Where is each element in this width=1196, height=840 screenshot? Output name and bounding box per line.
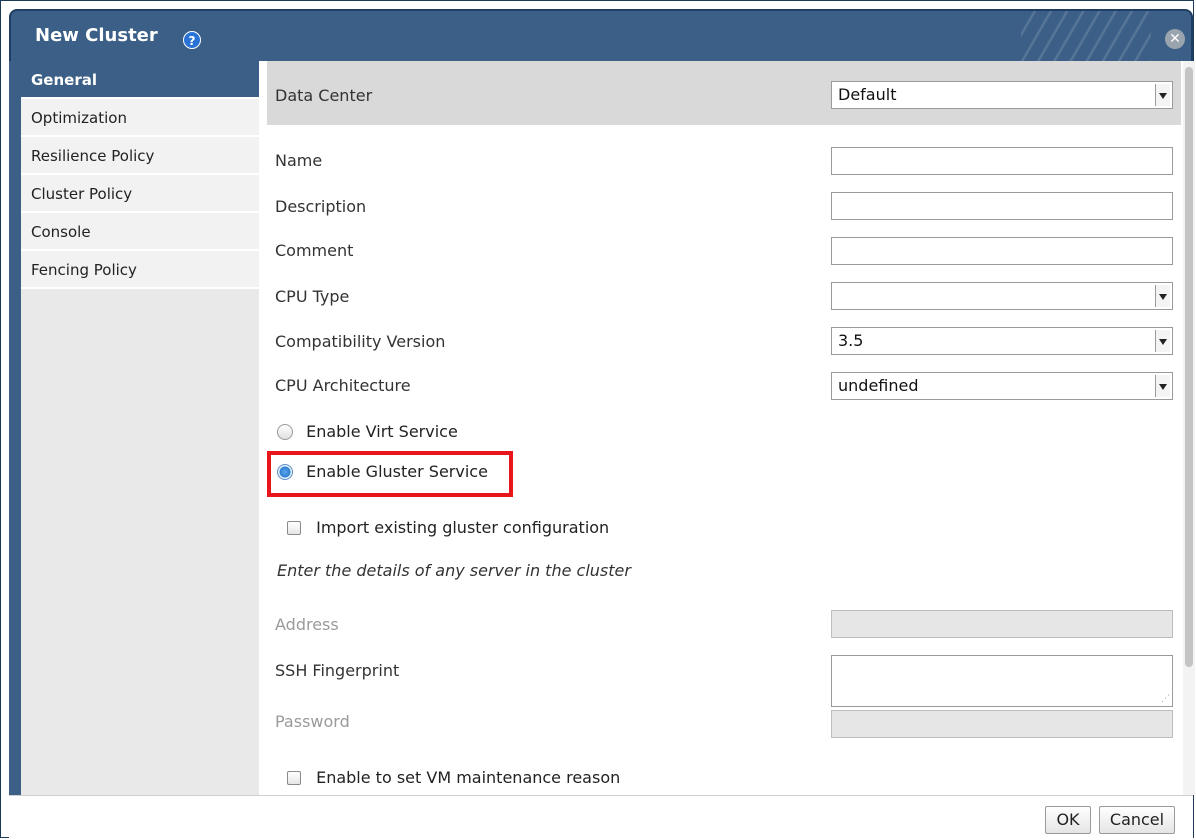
address-input[interactable] — [831, 610, 1173, 638]
description-input[interactable] — [831, 192, 1173, 220]
chevron-down-icon[interactable] — [1155, 84, 1170, 106]
compatibility-version-label: Compatibility Version — [275, 332, 446, 351]
server-details-note: Enter the details of any server in the c… — [277, 561, 631, 580]
dialog-left-edge — [9, 61, 21, 795]
data-center-label: Data Center — [275, 86, 373, 105]
vm-maintenance-label: Enable to set VM maintenance reason — [316, 768, 621, 787]
compatibility-version-select[interactable]: 3.5 — [831, 327, 1173, 355]
compatibility-version-value: 3.5 — [838, 331, 864, 350]
data-center-value: Default — [838, 85, 897, 104]
cpu-architecture-value: undefined — [838, 376, 919, 395]
data-center-row: Data Center Default — [267, 61, 1181, 125]
password-label: Password — [275, 712, 350, 731]
cpu-type-select[interactable] — [831, 282, 1173, 310]
name-label: Name — [275, 151, 323, 170]
comment-input[interactable] — [831, 237, 1173, 265]
title-bar-decoration — [1021, 11, 1151, 61]
dialog-footer: OK Cancel — [9, 795, 1193, 839]
import-gluster-row[interactable]: Import existing gluster configuration — [287, 517, 609, 541]
password-input[interactable] — [831, 710, 1173, 738]
sidebar-item-general[interactable]: General — [21, 61, 259, 99]
close-icon[interactable]: ✕ — [1165, 29, 1185, 49]
ssh-fingerprint-textarea[interactable]: ⋰ — [831, 655, 1173, 707]
chevron-down-icon[interactable] — [1155, 330, 1170, 352]
comment-label: Comment — [275, 241, 354, 260]
ssh-fingerprint-label: SSH Fingerprint — [275, 661, 400, 680]
sidebar-item-console[interactable]: Console — [21, 213, 259, 251]
sidebar-divider — [259, 61, 267, 795]
resize-grip-icon[interactable]: ⋰ — [1161, 695, 1170, 704]
enable-virt-radio-row[interactable]: Enable Virt Service — [277, 421, 458, 445]
content-scrollbar[interactable] — [1183, 61, 1195, 795]
vm-maintenance-row[interactable]: Enable to set VM maintenance reason — [287, 767, 620, 791]
highlight-box — [267, 451, 513, 497]
new-cluster-dialog: New Cluster ? ✕ General Optimization Res… — [0, 0, 1195, 839]
description-label: Description — [275, 197, 367, 216]
dialog-sidebar: General Optimization Resilience Policy C… — [21, 61, 259, 795]
cpu-type-label: CPU Type — [275, 287, 350, 306]
enable-virt-label: Enable Virt Service — [306, 422, 458, 441]
name-input[interactable] — [831, 147, 1173, 175]
data-center-select[interactable]: Default — [831, 81, 1173, 109]
help-icon[interactable]: ? — [183, 31, 201, 49]
cancel-button[interactable]: Cancel — [1099, 806, 1175, 834]
sidebar-item-optimization[interactable]: Optimization — [21, 99, 259, 137]
chevron-down-icon[interactable] — [1155, 375, 1170, 397]
scrollbar-thumb[interactable] — [1185, 67, 1193, 667]
vm-maintenance-checkbox[interactable] — [287, 770, 301, 785]
ok-button[interactable]: OK — [1045, 806, 1091, 834]
import-gluster-checkbox[interactable] — [287, 520, 301, 535]
sidebar-item-cluster-policy[interactable]: Cluster Policy — [21, 175, 259, 213]
enable-virt-radio[interactable] — [277, 423, 293, 440]
sidebar-item-fencing-policy[interactable]: Fencing Policy — [21, 251, 259, 289]
sidebar-item-resilience-policy[interactable]: Resilience Policy — [21, 137, 259, 175]
dialog-title: New Cluster — [35, 25, 158, 46]
import-gluster-label: Import existing gluster configuration — [316, 518, 610, 537]
address-label: Address — [275, 615, 339, 634]
chevron-down-icon[interactable] — [1155, 285, 1170, 307]
cpu-architecture-select[interactable]: undefined — [831, 372, 1173, 400]
cpu-architecture-label: CPU Architecture — [275, 376, 411, 395]
dialog-title-bar[interactable]: New Cluster ? ✕ — [9, 9, 1193, 61]
general-tab-content: Data Center Default Name Description Com… — [267, 61, 1181, 795]
